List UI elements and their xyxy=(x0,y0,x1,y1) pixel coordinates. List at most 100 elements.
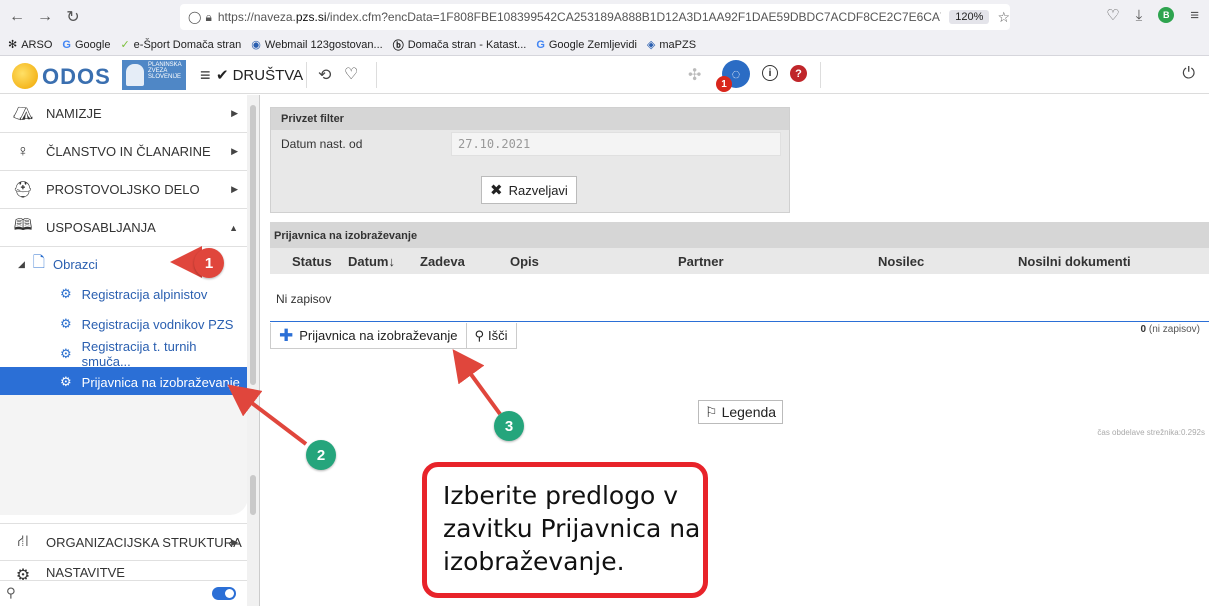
zoom-badge[interactable]: 120% xyxy=(949,10,990,24)
sidebar-search[interactable]: ⚲ xyxy=(0,579,248,606)
sidebar-item-nastavitve[interactable]: ⚙ NASTAVITVE xyxy=(0,561,248,581)
sidebar-item-prijavnica[interactable]: ⚙ Prijavnica na izobraževanje xyxy=(0,367,248,397)
caret-down-icon: ◢ xyxy=(18,258,25,269)
sidebar-item-registracija-alpinistov[interactable]: ⚙ Registracija alpinistov xyxy=(0,279,248,309)
file-add-icon: 🗋︎ xyxy=(32,253,45,271)
katast-icon: ⓑ xyxy=(392,39,404,52)
legend-button[interactable]: ⚐ Legenda xyxy=(698,400,784,424)
pzs-logo: PLANINSKA ZVEZA SLOVENIJE xyxy=(122,60,186,90)
back-icon[interactable]: ← xyxy=(6,6,28,28)
annotation-marker-2: 2 xyxy=(306,440,336,470)
search-button[interactable]: ⚲ Išči xyxy=(466,323,517,349)
pocket-icon[interactable]: ♡ xyxy=(1106,6,1119,24)
google-icon: G xyxy=(62,38,71,51)
arrow-3 xyxy=(452,349,502,416)
filter-label: Datum nast. od xyxy=(281,137,363,151)
sidebar-item-registracija-vodnikov[interactable]: ⚙ Registracija vodnikov PZS xyxy=(0,309,248,339)
list-panel: Prijavnica na izobraževanje Status Datum… xyxy=(270,222,1209,354)
close-icon: ✖ xyxy=(490,182,503,199)
notification-badge: 1 xyxy=(716,76,732,92)
sidebar-item-clanstvo[interactable]: ♀︎ ČLANSTVO IN ČLANARINE ▶ xyxy=(0,133,248,171)
webmail-icon: ◉ xyxy=(251,39,261,51)
search-icon: ⚲ xyxy=(6,584,16,600)
gear-icon: ⚙ xyxy=(60,346,72,361)
filter-panel: Privzet filter Datum nast. od 27.10.2021… xyxy=(270,107,790,213)
odos-logo-icon xyxy=(12,63,38,89)
scroll-thumb[interactable] xyxy=(250,105,256,385)
record-count: 0 (ni zapisov) xyxy=(1140,324,1200,335)
toggle-switch[interactable] xyxy=(212,587,236,600)
instruction-callout: Izberite predlogo v zavitku Prijavnica n… xyxy=(422,462,708,598)
download-icon[interactable]: ⤓ xyxy=(1136,7,1143,24)
arso-icon: ✻ xyxy=(8,39,18,51)
extension-icon[interactable]: B xyxy=(1158,7,1175,23)
book-icon: 🕮︎ xyxy=(13,217,33,234)
sidebar-item-organizacijska[interactable]: ⛙ ORGANIZACIJSKA STRUKTURA ▶ xyxy=(0,523,248,561)
bookmark-zemljevidi[interactable]: G Google Zemljevidi xyxy=(536,39,637,51)
divider xyxy=(306,62,307,88)
power-icon[interactable]: ⏻ xyxy=(1182,65,1195,83)
signpost-icon: ⚐ xyxy=(705,403,718,420)
menu-icon[interactable]: ≡ xyxy=(1190,7,1199,24)
server-time: čas obdelave strežnika:0.292s xyxy=(1097,428,1205,437)
scroll-thumb[interactable] xyxy=(250,475,256,515)
filter-title: Privzet filter xyxy=(271,108,789,130)
hamburger-icon[interactable]: ≡ xyxy=(200,65,211,86)
app-header: ODOS PLANINSKA ZVEZA SLOVENIJE ≡ ✔ DRUŠTV… xyxy=(0,56,1209,94)
list-header: Status Datum↓ Zadeva Opis Partner Nosile… xyxy=(270,248,1209,274)
sidebar-scrollbar[interactable] xyxy=(247,95,259,606)
column-status[interactable]: Status xyxy=(292,254,332,269)
sidebar-item-usposabljanja[interactable]: 🕮︎ USPOSABLJANJA ▲ xyxy=(0,209,248,247)
mountain-icon: ⛺︎ xyxy=(12,105,34,123)
help-icon[interactable]: ? xyxy=(790,65,807,82)
bookmark-katast[interactable]: ⓑ Domača stran - Katast... xyxy=(393,37,527,53)
google-icon: G xyxy=(536,38,545,51)
reload-icon[interactable]: ↻ xyxy=(62,6,84,28)
bookmark-google[interactable]: G Google xyxy=(62,39,110,51)
column-zadeva[interactable]: Zadeva xyxy=(420,254,465,269)
info-icon[interactable]: i xyxy=(762,65,778,81)
sidebar-item-namizje[interactable]: ⛺︎ NAMIZJE ▶ xyxy=(0,95,248,133)
puzzle-icon[interactable]: ✣ xyxy=(688,65,701,85)
date-input[interactable]: 27.10.2021 xyxy=(451,132,781,156)
add-prijavnica-button[interactable]: ✚ Prijavnica na izobraževanje xyxy=(270,323,467,349)
odos-logo[interactable]: ODOS xyxy=(42,64,111,90)
plus-icon: ✚ xyxy=(279,325,294,345)
bookmark-esport[interactable]: ✓ e-Šport Domača stran xyxy=(120,38,241,52)
sidebar-item-registracija-turnih[interactable]: ⚙ Registracija t. turnih smuča... xyxy=(0,339,248,369)
column-nosilec[interactable]: Nosilec xyxy=(878,254,924,269)
annotation-marker-1: 1 xyxy=(194,248,224,278)
column-opis[interactable]: Opis xyxy=(510,254,539,269)
column-partner[interactable]: Partner xyxy=(678,254,724,269)
address-bar[interactable]: ◯ 🔒︎ https://naveza.pzs.si/index.cfm?enc… xyxy=(180,4,1010,30)
divider xyxy=(376,62,377,88)
mapzs-icon: ◈ xyxy=(646,39,656,51)
bookmark-arso[interactable]: ✻ ARSO xyxy=(8,38,52,52)
column-nosilni-dokumenti[interactable]: Nosilni dokumenti xyxy=(1018,254,1131,269)
sidebar: ⛺︎ NAMIZJE ▶ ♀︎ ČLANSTVO IN ČLANARINE ▶ ⛑︎ PR… xyxy=(0,95,260,606)
list-title: Prijavnica na izobraževanje xyxy=(270,222,1209,248)
history-icon[interactable]: ⟲ xyxy=(318,65,331,85)
bookmarks-bar: ✻ ARSO G Google ✓ e-Šport Domača stran ◉ Web… xyxy=(0,34,1209,56)
gear-icon: ⚙ xyxy=(60,286,72,301)
sidebar-item-prostovoljsko[interactable]: ⛑︎ PROSTOVOLJSKO DELO ▶ xyxy=(0,171,248,209)
bookmark-mapzs[interactable]: ◈ maPZS xyxy=(646,38,696,52)
favorites-icon[interactable]: ♡ xyxy=(344,64,358,84)
pzs-mark-icon xyxy=(126,64,144,86)
gear-icon: ⚙ xyxy=(60,374,72,389)
column-datum[interactable]: Datum↓ xyxy=(348,254,395,269)
caret-right-icon: ▶ xyxy=(231,536,238,547)
browser-toolbar: ← → ↻ ◯ 🔒︎ https://naveza.pzs.si/index.c… xyxy=(0,0,1209,34)
divider xyxy=(820,62,821,88)
shield-icon: ◯ xyxy=(188,10,202,24)
bookmark-star-icon[interactable]: ☆ xyxy=(997,9,1010,26)
gear-icon: ⚙ xyxy=(60,316,72,331)
drustva-menu[interactable]: ✔ DRUŠTVA xyxy=(216,66,303,85)
helmet-icon: ⛑︎ xyxy=(12,181,34,199)
bookmark-webmail[interactable]: ◉ Webmail 123gostovan... xyxy=(251,38,382,52)
undo-button[interactable]: ✖ Razveljavi xyxy=(481,176,577,204)
forward-icon[interactable]: → xyxy=(34,6,56,28)
esport-icon: ✓ xyxy=(120,39,130,51)
sidebar-empty-area xyxy=(0,395,248,515)
caret-up-icon: ▲ xyxy=(229,222,238,233)
